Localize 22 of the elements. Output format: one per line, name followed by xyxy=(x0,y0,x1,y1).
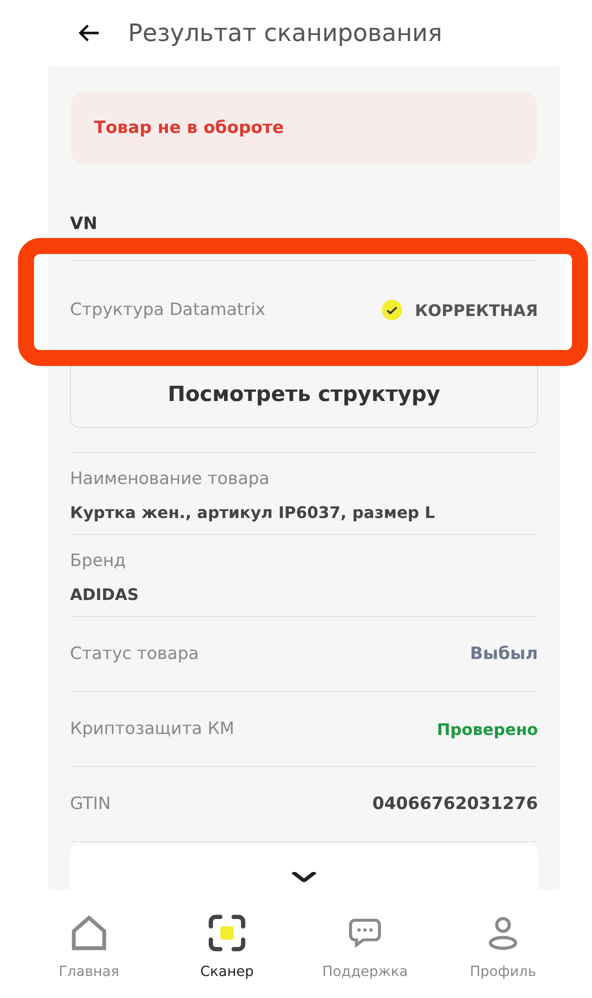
nav-tab[interactable]: Профиль xyxy=(439,914,567,998)
field-label: GTIN xyxy=(70,794,111,814)
field-value: Выбыл xyxy=(470,644,538,664)
nav-tab[interactable]: Сканер xyxy=(163,914,291,998)
field-label: Структура Datamatrix xyxy=(70,300,266,320)
field-value: 04066762031276 xyxy=(372,794,538,814)
field-label: Бренд xyxy=(70,551,127,571)
scanner-icon xyxy=(208,914,246,952)
field-label: Криптозащита КМ xyxy=(70,719,234,739)
alert-text: Товар не в обороте xyxy=(94,118,284,138)
country-code: VN xyxy=(70,214,98,234)
structure-status: КОРРЕКТНАЯ xyxy=(414,300,538,320)
field-label: Статус товара xyxy=(70,644,199,664)
field-value: ADIDAS xyxy=(70,585,140,604)
nav-tab[interactable]: Поддержка xyxy=(301,914,429,998)
field-label: Наименование товара xyxy=(70,469,270,489)
field-value: Куртка жен., артикул IP6037, размер L xyxy=(70,503,436,522)
screen-title: Результат сканирования xyxy=(128,19,442,47)
field-value: Проверено xyxy=(436,720,538,738)
nav-tab[interactable]: Главная xyxy=(25,914,153,998)
chevron-icon xyxy=(289,872,319,882)
home-icon xyxy=(70,914,108,952)
